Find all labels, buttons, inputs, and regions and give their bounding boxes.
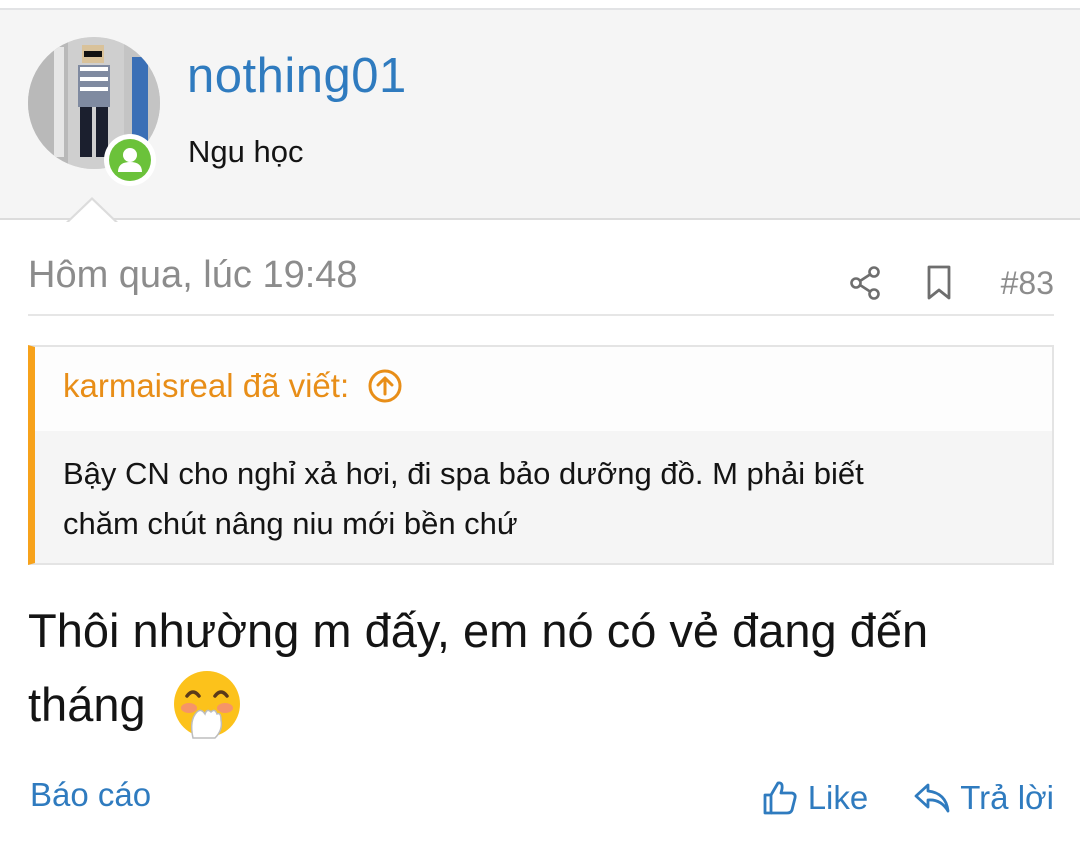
thumbs-up-icon <box>760 778 800 818</box>
like-label: Like <box>807 779 869 816</box>
username-link[interactable]: nothing01 <box>187 48 407 104</box>
top-divider <box>0 0 1080 10</box>
share-icon[interactable] <box>843 261 887 305</box>
quote-text-line: chăm chút nâng niu mới bền chứ <box>63 506 518 541</box>
message-line-2: tháng <box>28 668 1048 742</box>
post-date[interactable]: Hôm qua, lúc 19:48 <box>28 254 358 297</box>
post-message: Thôi nhường m đấy, em nó có vẻ đang đến … <box>28 594 1048 742</box>
quote-text-line: Bậy CN cho nghỉ xả hơi, đi spa bảo dưỡng… <box>63 456 864 491</box>
quote-text: Bậy CN cho nghỉ xả hơi, đi spa bảo dưỡng… <box>63 449 1033 549</box>
message-line-text: tháng <box>28 678 146 731</box>
arrow-up-circle-icon[interactable] <box>367 368 403 404</box>
reply-button[interactable]: Trả lời <box>912 778 1054 818</box>
quote-body: Bậy CN cho nghỉ xả hơi, đi spa bảo dưỡng… <box>35 431 1052 563</box>
bookmark-icon[interactable] <box>917 261 961 305</box>
post-number-link[interactable]: #83 <box>1001 265 1054 302</box>
quote-block: karmaisreal đã viết: Bậy CN cho nghỉ xả … <box>28 345 1054 565</box>
hand-over-mouth-emoji-icon <box>173 670 240 739</box>
header-pointer-inner <box>68 200 116 223</box>
report-link[interactable]: Báo cáo <box>30 776 151 814</box>
quote-author-label[interactable]: karmaisreal đã viết: <box>63 367 349 405</box>
user-header: nothing01 Ngu học <box>0 10 1080 220</box>
reply-label: Trả lời <box>960 779 1054 816</box>
post-actions: Like Trả lời <box>760 772 1054 824</box>
online-status-icon <box>104 134 156 186</box>
like-button[interactable]: Like <box>760 778 869 818</box>
reply-arrow-icon <box>912 778 952 818</box>
post-meta-actions: #83 <box>843 260 1054 306</box>
user-title: Ngu học <box>188 134 304 169</box>
post-meta-row: Hôm qua, lúc 19:48 #83 <box>28 250 1054 316</box>
quote-header[interactable]: karmaisreal đã viết: <box>63 367 403 405</box>
message-line: Thôi nhường m đấy, em nó có vẻ đang đến <box>28 604 929 657</box>
post-footer: Báo cáo Like Trả lời <box>28 772 1054 824</box>
post-container: nothing01 Ngu học Hôm qua, lúc 19:48 #83… <box>0 0 1080 855</box>
